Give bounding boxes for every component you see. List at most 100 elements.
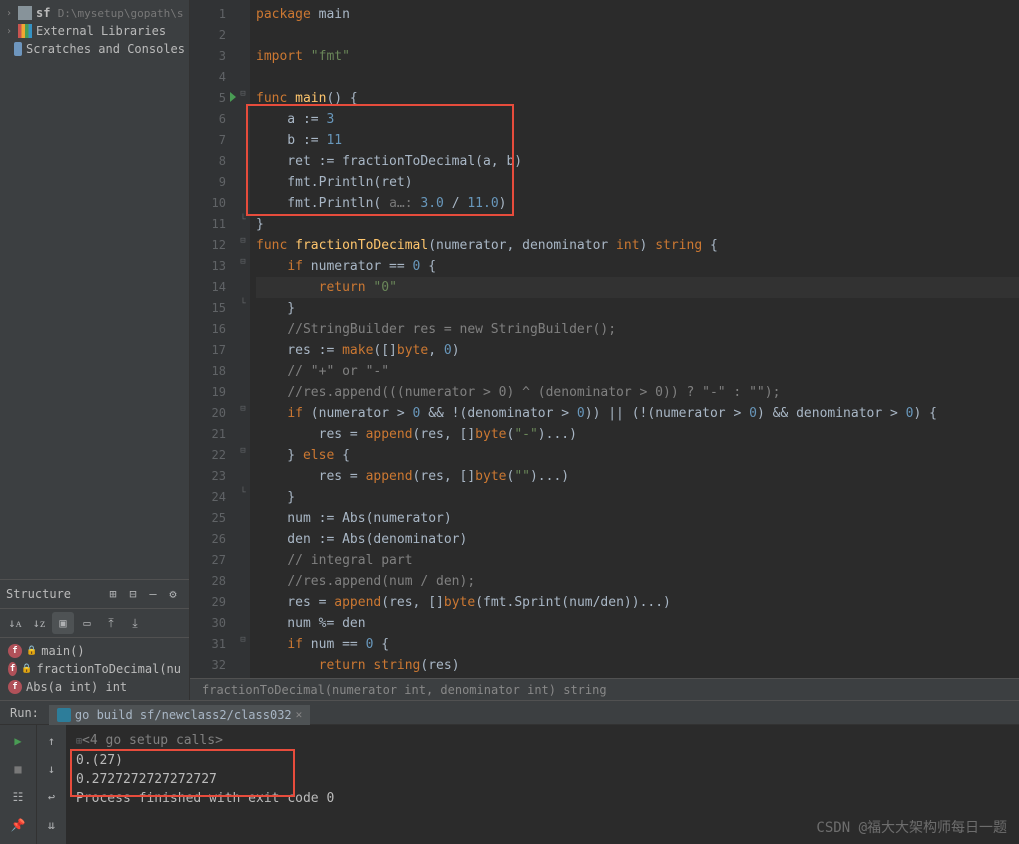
- minimize-icon[interactable]: —: [143, 584, 163, 604]
- line-number[interactable]: 20: [194, 403, 226, 424]
- line-number[interactable]: 11: [194, 214, 226, 235]
- line-number[interactable]: 5: [194, 88, 226, 109]
- structure-title: Structure: [6, 587, 103, 601]
- line-number[interactable]: 18: [194, 361, 226, 382]
- console-line: 0.(27): [76, 751, 1009, 770]
- scratch-icon: [14, 42, 22, 56]
- struct-label: Abs(a int) int: [26, 680, 127, 694]
- line-number[interactable]: 15: [194, 298, 226, 319]
- filter-icon[interactable]: ▣: [52, 612, 74, 634]
- line-number[interactable]: 13: [194, 256, 226, 277]
- line-number[interactable]: 29: [194, 592, 226, 613]
- line-number[interactable]: 3: [194, 46, 226, 67]
- line-number[interactable]: 9: [194, 172, 226, 193]
- fold-icon[interactable]: ⊟: [236, 630, 250, 651]
- line-number[interactable]: 2: [194, 25, 226, 46]
- run-gutter-icon[interactable]: [230, 92, 236, 102]
- watermark: CSDN @福大大架构师每日一题: [816, 819, 1007, 838]
- line-number[interactable]: 27: [194, 550, 226, 571]
- breadcrumb[interactable]: fractionToDecimal(numerator int, denomin…: [190, 678, 1019, 700]
- setup-calls: <4 go setup calls>: [82, 733, 223, 748]
- sort-az-icon[interactable]: ↓ᴀ: [4, 612, 26, 634]
- line-gutter[interactable]: 1 2 3 4 5 6 7 8 9 10 11 12 13 14 15 16 1: [190, 0, 236, 678]
- structure-panel: Structure ⊞ ⊟ — ⚙ ↓ᴀ ↓ᴢ ▣ ▭ ⤒ ⤓ f: [0, 579, 189, 700]
- line-number[interactable]: 31: [194, 634, 226, 655]
- struct-item-abs[interactable]: f Abs(a int) int: [0, 678, 189, 696]
- stop-button[interactable]: ■: [6, 757, 30, 781]
- line-number[interactable]: 8: [194, 151, 226, 172]
- line-number[interactable]: 28: [194, 571, 226, 592]
- function-icon: f: [8, 662, 17, 676]
- line-number[interactable]: 4: [194, 67, 226, 88]
- function-icon: f: [8, 680, 22, 694]
- struct-item-main[interactable]: f 🔒 main(): [0, 642, 189, 660]
- autoscroll-icon[interactable]: ⤒: [100, 612, 122, 634]
- up-icon[interactable]: ↑: [40, 729, 64, 753]
- fold-end-icon[interactable]: └: [236, 483, 250, 504]
- line-number[interactable]: 1: [194, 4, 226, 25]
- console-line: 0.2727272727272727: [76, 770, 1009, 789]
- down-icon[interactable]: ↓: [40, 757, 64, 781]
- show-icon[interactable]: ▭: [76, 612, 98, 634]
- exit-message: Process finished with exit code 0: [76, 789, 1009, 808]
- struct-item-fractiontodecimal[interactable]: f 🔒 fractionToDecimal(nu: [0, 660, 189, 678]
- line-number[interactable]: 12: [194, 235, 226, 256]
- line-number[interactable]: 14: [194, 277, 226, 298]
- line-number[interactable]: 19: [194, 382, 226, 403]
- line-number[interactable]: 24: [194, 487, 226, 508]
- line-number[interactable]: 21: [194, 424, 226, 445]
- struct-label: fractionToDecimal(nu: [37, 662, 182, 676]
- code-content[interactable]: package main import "fmt" func main() { …: [250, 0, 1019, 678]
- fold-icon[interactable]: ⊟: [236, 231, 250, 252]
- collapse-icon[interactable]: ⊟: [123, 584, 143, 604]
- line-number[interactable]: 26: [194, 529, 226, 550]
- line-number[interactable]: 30: [194, 613, 226, 634]
- project-name: sf D:\mysetup\gopath\s: [36, 6, 184, 20]
- wrap-icon[interactable]: ↩: [40, 785, 64, 809]
- external-libraries[interactable]: › External Libraries: [0, 22, 189, 40]
- close-icon[interactable]: ✕: [296, 708, 303, 721]
- pin-icon[interactable]: 📌: [6, 813, 30, 837]
- fold-icon[interactable]: ⊟: [236, 252, 250, 273]
- library-icon: [18, 24, 32, 38]
- project-tree[interactable]: › sf D:\mysetup\gopath\s › External Libr…: [0, 0, 189, 62]
- sort-za-icon[interactable]: ↓ᴢ: [28, 612, 50, 634]
- fold-end-icon[interactable]: └: [236, 294, 250, 315]
- lock-icon: 🔒: [21, 664, 32, 674]
- fold-icon[interactable]: ⊟: [236, 399, 250, 420]
- chevron-right-icon: ›: [4, 8, 14, 19]
- layout-icon[interactable]: ☷: [6, 785, 30, 809]
- run-button[interactable]: ▶: [6, 729, 30, 753]
- fold-icon[interactable]: ⊟: [236, 441, 250, 462]
- autoscroll-from-icon[interactable]: ⤓: [124, 612, 146, 634]
- line-number[interactable]: 17: [194, 340, 226, 361]
- line-number[interactable]: 7: [194, 130, 226, 151]
- project-root[interactable]: › sf D:\mysetup\gopath\s: [0, 4, 189, 22]
- run-label: Run:: [0, 706, 49, 720]
- line-number[interactable]: 23: [194, 466, 226, 487]
- lock-icon: 🔒: [26, 646, 37, 656]
- folder-icon: [18, 6, 32, 20]
- gear-icon[interactable]: ⚙: [163, 584, 183, 604]
- go-icon: [57, 708, 71, 722]
- code-editor[interactable]: 1 2 3 4 5 6 7 8 9 10 11 12 13 14 15 16 1: [190, 0, 1019, 678]
- line-number[interactable]: 16: [194, 319, 226, 340]
- scratches-consoles[interactable]: Scratches and Consoles: [0, 40, 189, 58]
- function-icon: f: [8, 644, 22, 658]
- console-output[interactable]: ⊞<4 go setup calls> 0.(27) 0.27272727272…: [66, 725, 1019, 844]
- scroll-icon[interactable]: ⇊: [40, 813, 64, 837]
- fold-icon[interactable]: ⊟: [236, 84, 250, 105]
- struct-label: main(): [41, 644, 84, 658]
- expand-icon[interactable]: ⊞: [103, 584, 123, 604]
- line-number[interactable]: 25: [194, 508, 226, 529]
- run-tab-title: go build sf/newclass2/class032: [75, 708, 292, 722]
- line-number[interactable]: 22: [194, 445, 226, 466]
- run-panel: Run: go build sf/newclass2/class032 ✕ ▶ …: [0, 700, 1019, 844]
- external-libs-label: External Libraries: [36, 24, 166, 38]
- line-number[interactable]: 32: [194, 655, 226, 676]
- run-tab[interactable]: go build sf/newclass2/class032 ✕: [49, 705, 310, 725]
- scratches-label: Scratches and Consoles: [26, 42, 185, 56]
- line-number[interactable]: 6: [194, 109, 226, 130]
- fold-end-icon[interactable]: └: [236, 210, 250, 231]
- line-number[interactable]: 10: [194, 193, 226, 214]
